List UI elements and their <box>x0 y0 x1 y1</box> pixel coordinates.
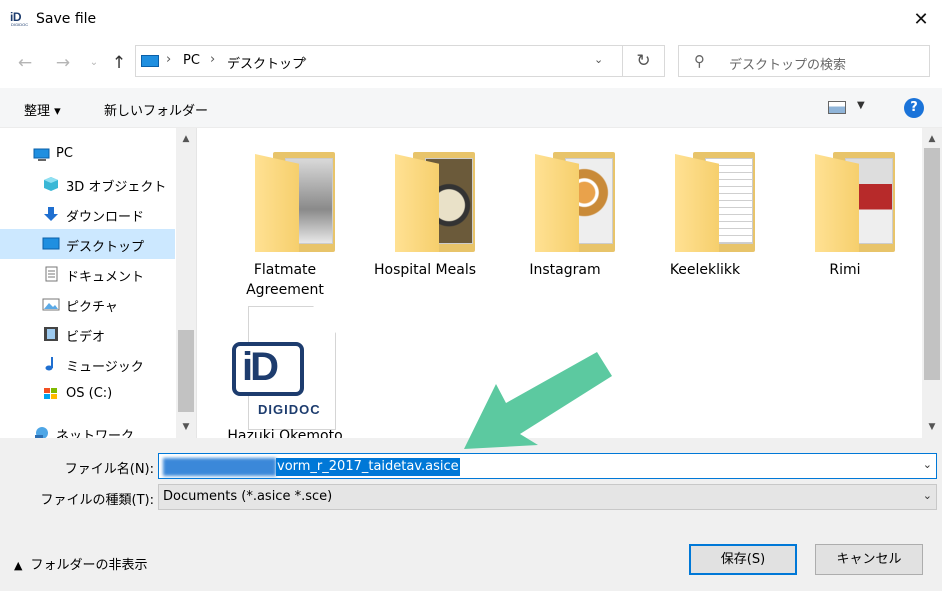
sidebar-scroll-thumb[interactable] <box>178 330 194 412</box>
sidebar-item-label: 3D オブジェクト <box>66 180 167 195</box>
content-scrollbar[interactable]: ▲ ▼ <box>922 128 942 438</box>
sidebar-item-desktop[interactable]: デスクトップ <box>0 229 175 259</box>
navigation-bar: ← → ⌄ ↑ › PC › デスクトップ › ⌄ ↻ ⚲ デスクトップの検索 <box>0 38 942 88</box>
video-icon <box>44 327 58 341</box>
breadcrumb-pc[interactable]: PC <box>183 53 200 68</box>
forward-arrow-icon: → <box>55 53 71 73</box>
help-icon[interactable]: ? <box>904 98 924 118</box>
scroll-down-icon[interactable]: ▼ <box>922 418 942 436</box>
digidoc-file[interactable]: iD DIGIDOC <box>232 306 336 430</box>
address-bar[interactable]: › PC › デスクトップ › ⌄ <box>135 45 623 77</box>
sidebar-item-videos[interactable]: ビデオ <box>0 319 175 349</box>
file-label: Instagram <box>529 262 601 278</box>
search-icon: ⚲ <box>694 52 705 70</box>
window-title: Save file <box>36 11 97 27</box>
refresh-icon: ↻ <box>636 51 651 71</box>
scroll-up-icon[interactable]: ▲ <box>176 130 196 148</box>
file-label: Keeleklikk <box>669 262 741 278</box>
recent-locations-button[interactable]: ⌄ <box>83 52 105 74</box>
sidebar-scrollbar[interactable]: ▲ ▼ <box>176 128 196 438</box>
save-form: ファイル名(N): vorm_r_2017_taidetav.asice ⌄ フ… <box>0 438 942 591</box>
filename-value: vorm_r_2017_taidetav.asice <box>276 458 460 476</box>
sidebar-item-pc[interactable]: PC <box>0 139 175 169</box>
sidebar-item-pictures[interactable]: ピクチャ <box>0 289 175 319</box>
pc-icon <box>141 55 159 67</box>
pc-icon <box>33 148 50 161</box>
new-folder-button[interactable]: 新しいフォルダー <box>104 100 208 119</box>
chevron-down-icon[interactable]: ⌄ <box>923 458 932 471</box>
chevron-down-icon: ⌄ <box>89 57 99 68</box>
sidebar-item-downloads[interactable]: ダウンロード <box>0 199 175 229</box>
breadcrumb-separator-icon: › <box>210 52 216 67</box>
sidebar-item-label: ドキュメント <box>66 270 145 285</box>
sidebar-item-label: ビデオ <box>66 330 106 345</box>
chevron-up-icon: ▲ <box>14 559 23 572</box>
cancel-button[interactable]: キャンセル <box>815 544 923 575</box>
breadcrumb-desktop[interactable]: デスクトップ <box>227 53 305 72</box>
view-options-icon[interactable] <box>828 101 846 114</box>
sidebar-item-documents[interactable]: ドキュメント <box>0 259 175 289</box>
filetype-select[interactable]: Documents (*.asice *.sce) ⌄ <box>158 484 937 510</box>
sidebar-item-os-drive[interactable]: OS (C:) <box>0 379 175 409</box>
sidebar-item-music[interactable]: ミュージック <box>0 349 175 379</box>
filename-label: ファイル名(N): <box>64 462 154 477</box>
digidoc-logo-icon: iD <box>232 342 304 396</box>
picture-icon <box>42 298 60 311</box>
music-icon <box>45 357 53 371</box>
address-dropdown-icon[interactable]: ⌄ <box>594 53 603 66</box>
hide-folders-toggle[interactable]: ▲ フォルダーの非表示 <box>14 554 147 573</box>
command-bar: 整理 ▾ 新しいフォルダー ▼ ? <box>0 88 942 128</box>
folder-icon <box>535 148 615 252</box>
document-icon <box>45 266 58 282</box>
refresh-button[interactable]: ↻ <box>623 45 665 77</box>
drive-icon <box>44 388 57 399</box>
title-bar: iD DIGIDOC Save file ✕ <box>0 0 942 38</box>
content-scroll-thumb[interactable] <box>924 148 940 380</box>
sidebar-item-label: OS (C:) <box>66 386 113 401</box>
file-label: Hospital Meals <box>373 262 477 278</box>
sidebar-item-label: PC <box>56 146 73 161</box>
sidebar-item-label: ミュージック <box>66 360 144 375</box>
scroll-down-icon[interactable]: ▼ <box>176 418 196 436</box>
folder-icon <box>395 148 475 252</box>
cube-icon <box>44 177 58 191</box>
breadcrumb-separator-icon: › <box>166 52 172 67</box>
sidebar-item-label: ダウンロード <box>66 210 145 225</box>
digidoc-word: DIGIDOC <box>258 402 321 417</box>
file-label: Rimi <box>829 262 861 278</box>
download-icon <box>44 207 58 221</box>
forward-button[interactable]: → <box>52 52 74 74</box>
view-dropdown-icon[interactable]: ▼ <box>857 100 865 111</box>
scroll-up-icon[interactable]: ▲ <box>922 130 942 148</box>
close-button[interactable]: ✕ <box>910 9 932 31</box>
sidebar-item-label: デスクトップ <box>66 240 145 255</box>
back-arrow-icon: ← <box>17 53 33 73</box>
sidebar-item-3d-objects[interactable]: 3D オブジェクト <box>0 169 175 199</box>
back-button[interactable]: ← <box>14 52 36 74</box>
up-arrow-icon: ↑ <box>111 53 127 73</box>
folder-icon <box>675 148 755 252</box>
file-view: Flatmate Agreement Hospital Meals Instag… <box>197 128 922 438</box>
digidoc-app-icon: iD DIGIDOC <box>10 10 29 27</box>
file-label: Flatmate Agreement <box>246 262 324 298</box>
filetype-label: ファイルの種類(T): <box>40 493 154 508</box>
file-label: Hazuki Okemoto <box>227 428 343 438</box>
save-button[interactable]: 保存(S) <box>689 544 797 575</box>
breadcrumb-separator-icon: › <box>302 52 308 67</box>
search-input[interactable]: ⚲ デスクトップの検索 <box>678 45 930 77</box>
folder-icon <box>815 148 895 252</box>
desktop-icon <box>42 237 60 250</box>
organize-menu[interactable]: 整理 ▾ <box>24 100 61 119</box>
filename-input[interactable]: vorm_r_2017_taidetav.asice ⌄ <box>158 453 937 479</box>
up-button[interactable]: ↑ <box>108 52 130 74</box>
redacted-text <box>163 458 276 476</box>
close-icon: ✕ <box>913 9 929 30</box>
sidebar-item-label: ピクチャ <box>66 300 118 315</box>
navigation-pane: PC 3D オブジェクト ダウンロード デスクトップ ドキュメント ピクチャ ビ… <box>0 128 197 444</box>
search-placeholder: デスクトップの検索 <box>729 58 847 73</box>
folder-icon <box>255 148 335 252</box>
chevron-down-icon: ⌄ <box>922 489 932 502</box>
filetype-value: Documents (*.asice *.sce) <box>163 489 333 504</box>
